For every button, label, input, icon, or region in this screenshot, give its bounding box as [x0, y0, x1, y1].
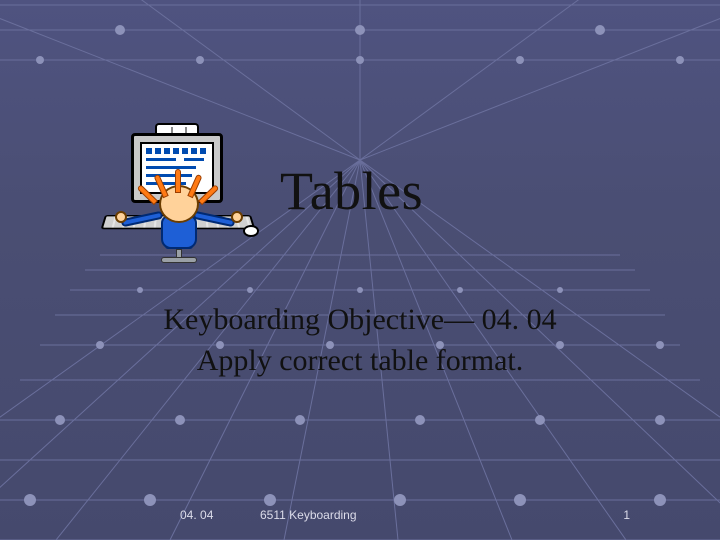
footer-slide-number: 1 — [623, 508, 630, 522]
slide-content: Tables Keyboarding Objective— 04. 04 App… — [0, 0, 720, 540]
slide-subtitle: Keyboarding Objective— 04. 04 Apply corr… — [0, 300, 720, 381]
slide: Tables Keyboarding Objective— 04. 04 App… — [0, 0, 720, 540]
slide-title: Tables — [280, 160, 423, 222]
footer-course: 6511 Keyboarding — [260, 508, 357, 522]
subtitle-line-1: Keyboarding Objective— 04. 04 — [0, 300, 720, 341]
subtitle-line-2: Apply correct table format. — [0, 341, 720, 382]
footer-objective-code: 04. 04 — [180, 508, 213, 522]
clipart-kid-at-computer — [105, 115, 260, 265]
